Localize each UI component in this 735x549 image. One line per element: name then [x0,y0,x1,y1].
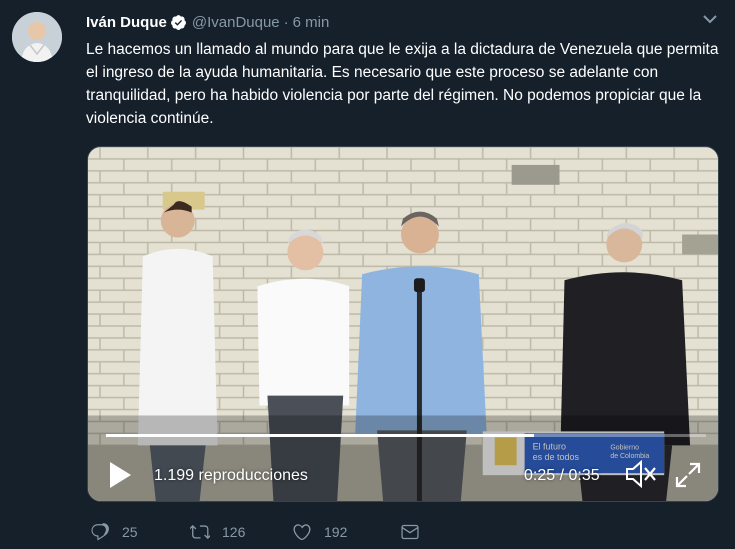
dm-icon [401,524,419,540]
avatar[interactable] [12,12,62,62]
tweet-actions: 25 126 192 [90,520,420,544]
author-name[interactable]: Iván Duque [86,14,167,31]
video-progress-bar[interactable] [106,434,706,437]
play-icon[interactable] [108,461,132,489]
reply-count: 25 [122,524,138,540]
like-count: 192 [324,524,348,540]
tweet-header: Iván Duque @IvanDuque · 6 min [86,12,695,32]
separator-dot: · [283,13,289,31]
like-icon [293,524,311,540]
verified-badge-icon [170,14,186,30]
like-button[interactable]: 192 [292,522,400,542]
retweet-count: 126 [222,524,246,540]
mute-icon[interactable] [624,459,658,489]
timestamp[interactable]: 6 min [293,14,330,31]
retweet-button[interactable]: 126 [190,522,292,542]
direct-message-button[interactable] [400,522,420,542]
video-player[interactable]: El futuro es de todos Gobierno de Colomb… [87,146,719,502]
view-count: 1.199 reproducciones [154,467,308,484]
retweet-icon [190,525,210,539]
video-frame: El futuro es de todos Gobierno de Colomb… [88,147,718,501]
video-progress-fill [106,434,535,437]
fullscreen-icon[interactable] [674,461,702,489]
video-timecode: 0:25 / 0:35 [524,467,600,484]
chevron-down-icon[interactable] [703,14,717,24]
reply-button[interactable]: 25 [90,522,190,542]
reply-icon [91,523,109,541]
avatar-photo [12,12,62,62]
author-handle[interactable]: @IvanDuque [192,14,280,31]
tweet-text: Le hacemos un llamado al mundo para que … [86,41,719,127]
